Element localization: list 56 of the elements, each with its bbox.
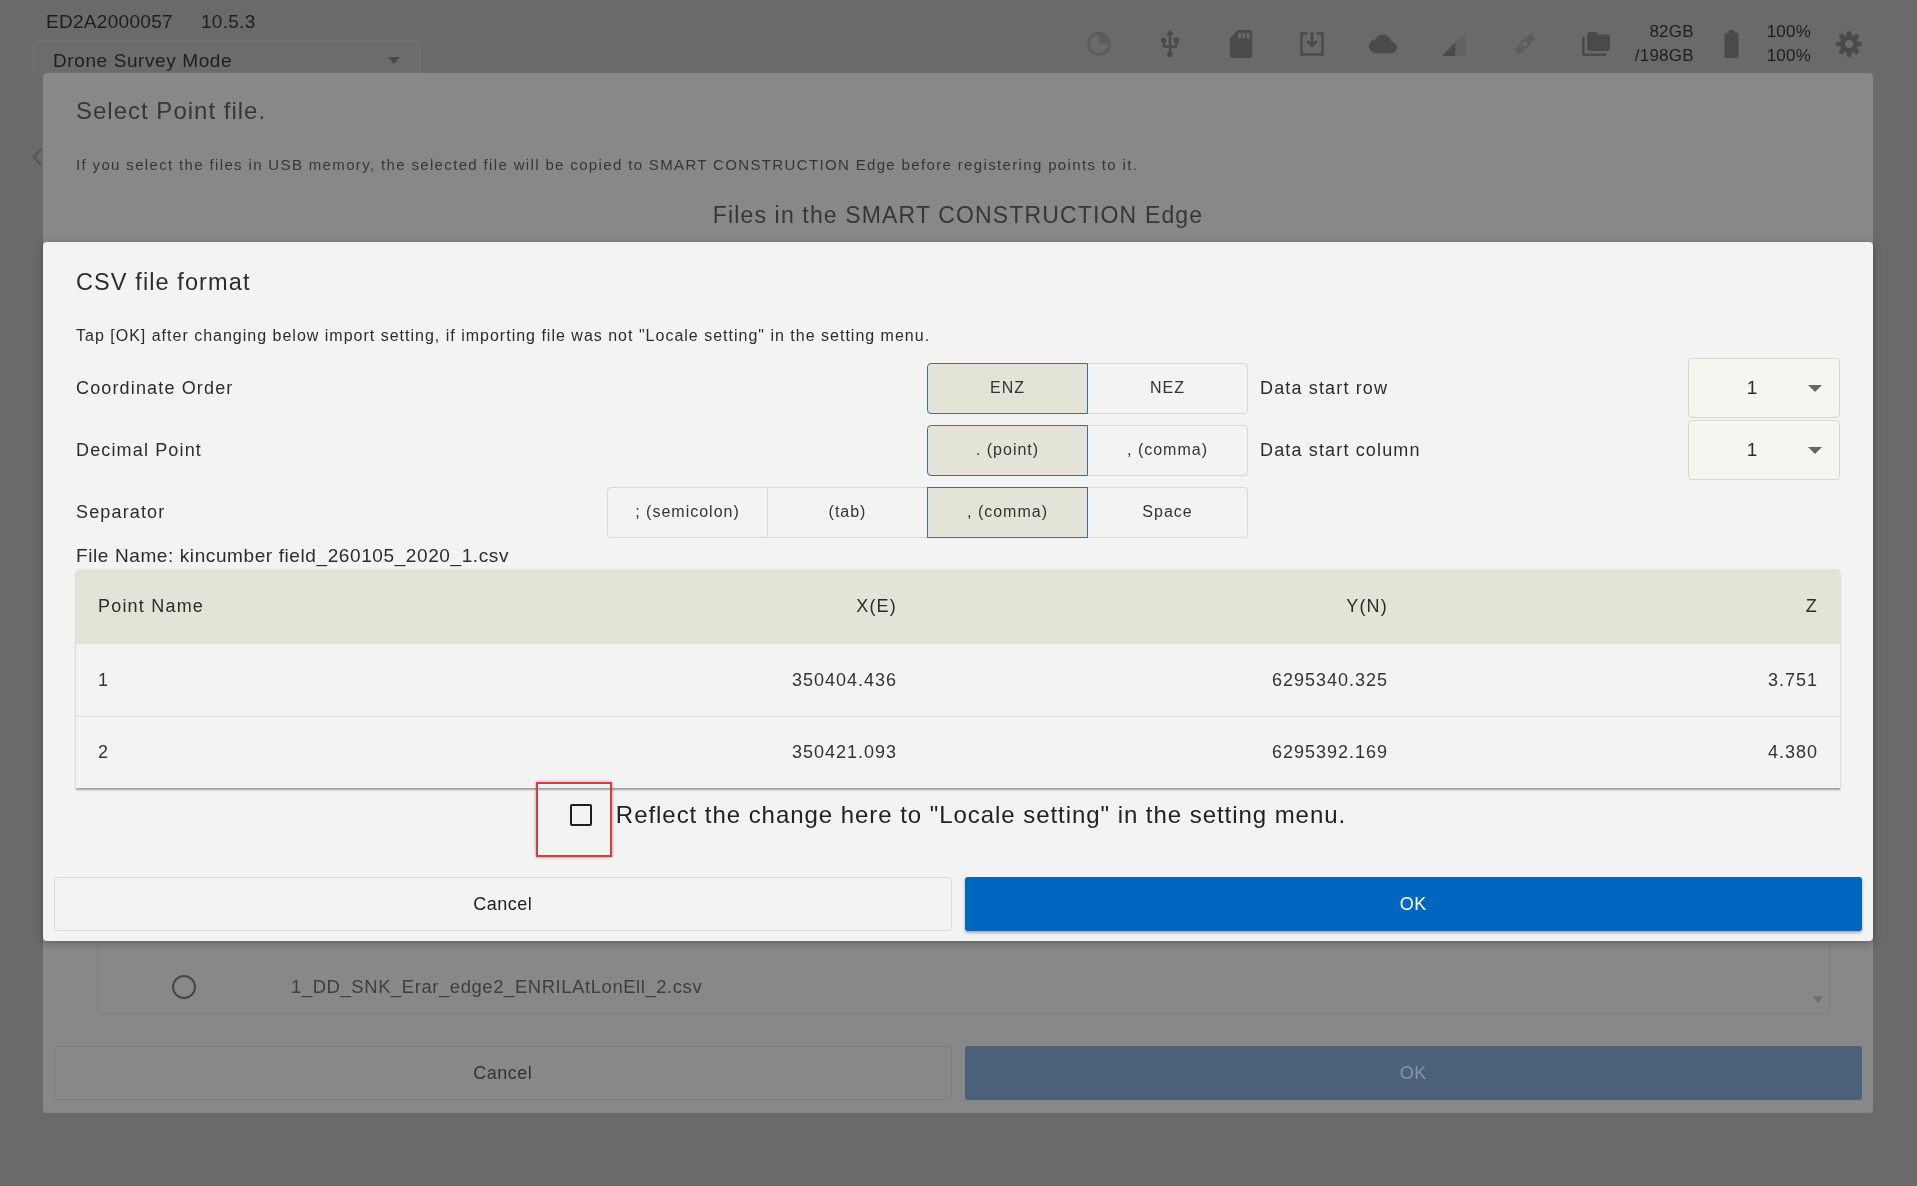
settings-icon[interactable] [1835, 30, 1863, 58]
cloud-icon [1368, 33, 1397, 55]
column-header: Z [1410, 569, 1840, 644]
segment-button[interactable]: , (comma) [927, 486, 1088, 538]
table-cell: 2 [76, 716, 520, 788]
cancel-button[interactable]: Cancel [54, 877, 952, 931]
storage-text: 82GB [1649, 21, 1694, 43]
battery-percent: 100% [1766, 21, 1811, 43]
column-header: X(E) [520, 569, 919, 644]
dialog-message: If you select the files in USB memory, the selected file will be copied to SMART CONSTRUCTION Edge before registering points to it. [76, 155, 1139, 175]
segment-button[interactable]: ENZ [927, 362, 1088, 414]
segment-button[interactable]: , (comma) [1087, 424, 1248, 476]
table-cell: 350421.093 [520, 716, 919, 788]
version-text: 10.5.3 [200, 10, 256, 34]
segment-button[interactable]: . (point) [927, 424, 1088, 476]
device-id: ED2A2000057 [46, 10, 173, 34]
column-header: Point Name [76, 569, 520, 644]
setting-label: Coordinate Order [76, 377, 234, 399]
segment-button[interactable]: ; (semicolon) [607, 486, 768, 538]
setting-label: Data start row [1260, 377, 1389, 399]
section-title: Files in the SMART CONSTRUCTION Edge [712, 201, 1204, 230]
folders-icon [1581, 31, 1610, 57]
scroll-down-arrow-icon[interactable] [1813, 996, 1823, 1003]
chevron-left-icon[interactable] [32, 146, 43, 168]
battery-icon [1723, 30, 1739, 58]
segment-button[interactable]: NEZ [1087, 362, 1248, 414]
table-cell-text: 3.751 [1766, 668, 1819, 692]
table-cell: 6295392.169 [919, 716, 1410, 788]
dialog-title: Select Point file. [76, 96, 267, 126]
segment-button[interactable]: (tab) [767, 486, 928, 538]
cancel-button[interactable]: Cancel [54, 1046, 952, 1100]
caret-down-icon [1808, 446, 1822, 454]
file-name-text: File Name: kincumber field_260105_2020_1.csv [76, 546, 510, 566]
table-cell-text: 6295340.325 [1270, 668, 1389, 692]
setting-label: Separator [76, 501, 166, 523]
caret-down-icon [388, 57, 400, 64]
download-icon [1297, 30, 1326, 58]
dialog-message: Tap [OK] after changing below import setting, if importing file was not "Locale setting" in the setting menu. [76, 326, 931, 346]
setting-label: Data start column [1260, 439, 1421, 461]
checkbox-label[interactable]: Reflect the change here to "Locale setting" in the setting menu. [615, 801, 1347, 829]
ok-button[interactable]: OK [964, 877, 1862, 931]
segment-button[interactable]: Space [1087, 486, 1248, 538]
table-cell-text: 1 [97, 668, 110, 692]
signal-icon [1439, 32, 1468, 56]
dialog-title: CSV file format [76, 268, 251, 297]
value-dropdown[interactable]: 1 [1688, 420, 1840, 480]
value-dropdown[interactable]: 1 [1688, 358, 1840, 418]
storage-text: /198GB [1634, 45, 1694, 67]
column-header: Y(N) [919, 569, 1410, 644]
setting-label: Decimal Point [76, 439, 202, 461]
caret-down-icon [1808, 384, 1822, 392]
table-cell: 4.380 [1410, 716, 1840, 788]
radio-button[interactable] [172, 975, 196, 999]
battery-percent: 100% [1766, 45, 1811, 67]
checkbox[interactable] [569, 804, 592, 826]
table-cell-text: 350404.436 [790, 668, 898, 692]
